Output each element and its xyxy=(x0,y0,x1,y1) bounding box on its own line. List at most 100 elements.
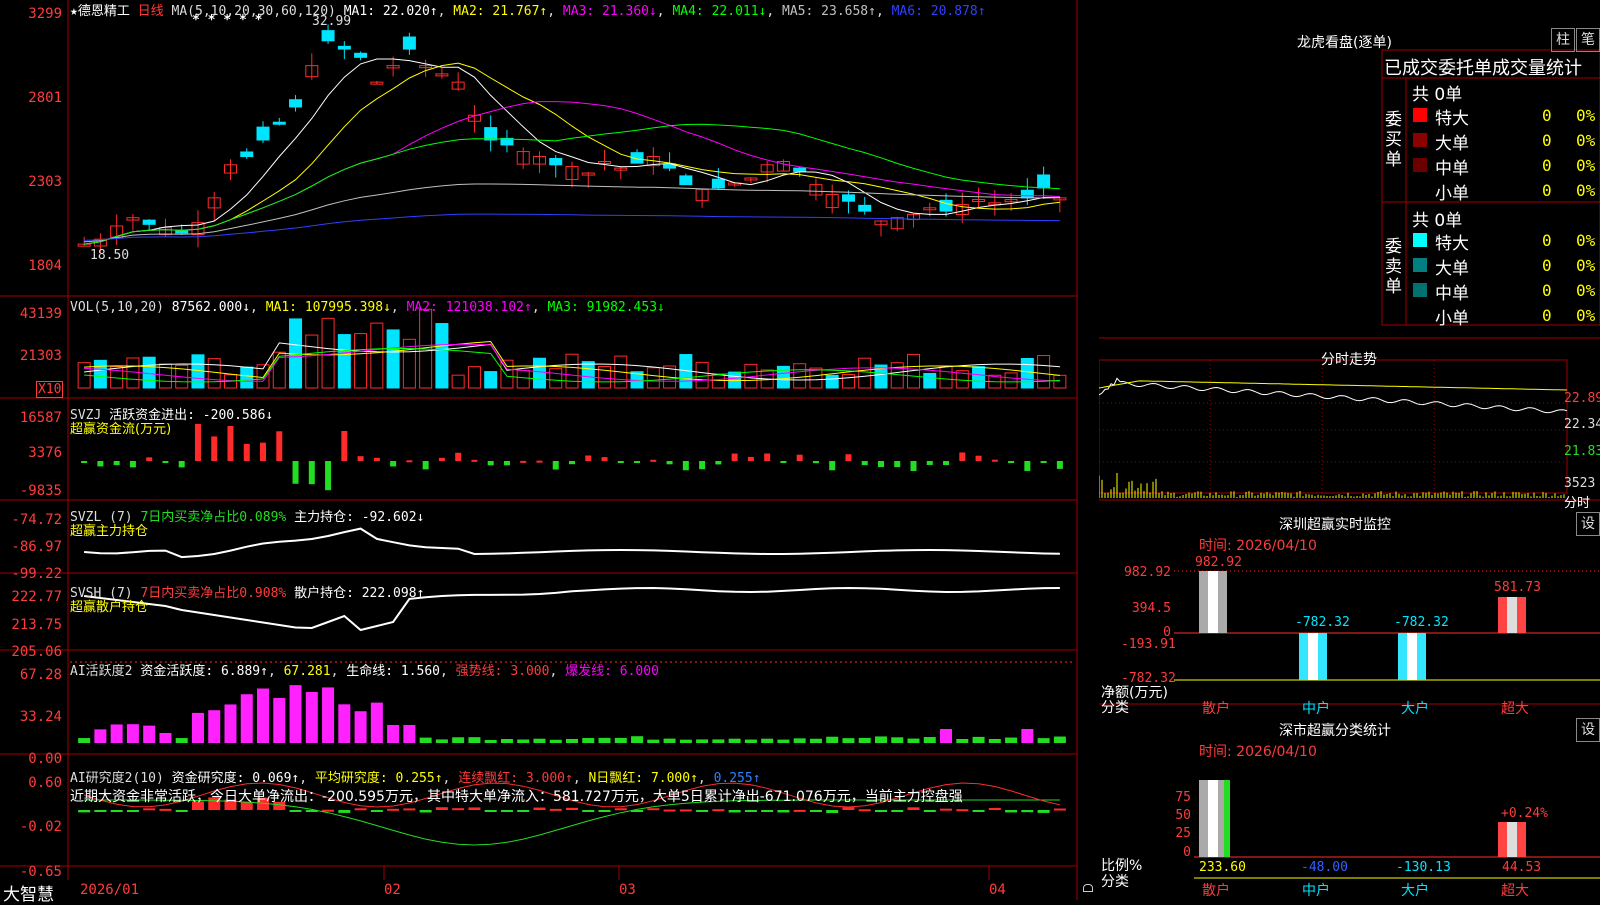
volume-bar xyxy=(386,329,400,389)
sell-m-swatch xyxy=(1413,283,1427,297)
research-bar xyxy=(159,808,172,811)
research-bar xyxy=(598,810,611,812)
research-bar xyxy=(842,807,855,810)
activity-bar xyxy=(403,725,416,743)
volume-bar xyxy=(728,371,742,389)
tab-tick-button[interactable]: 笔 xyxy=(1576,28,1600,52)
period-label[interactable]: 日线 xyxy=(138,4,164,19)
research-bar xyxy=(1005,810,1018,813)
main-axis-0: 3299 xyxy=(28,6,62,22)
activity-bar xyxy=(582,738,595,743)
vol-axis-0: 43139 xyxy=(19,306,62,322)
volume-bar xyxy=(142,356,156,389)
research-bar xyxy=(972,810,985,812)
fund-flow-bar xyxy=(406,460,413,463)
fund-flow-bar xyxy=(699,461,706,470)
buy-m-count: 0 xyxy=(1542,156,1552,175)
high-price-label: 32.99 xyxy=(312,14,352,29)
ai1-a: 资金活跃度: 6.889↑ xyxy=(140,664,268,679)
volume-ma-line xyxy=(84,348,1060,383)
svzj-title: 超赢资金流(万元) xyxy=(70,422,172,437)
ai1-e: 爆发线: 6.000 xyxy=(565,664,659,679)
activity-bar xyxy=(631,736,644,743)
monitor-axis-0: 982.92 xyxy=(1124,565,1171,580)
candle-body xyxy=(484,127,498,141)
ai1-c: 生命线: 1.560 xyxy=(346,664,441,679)
classify-settings-button[interactable]: 设 xyxy=(1576,718,1600,742)
fund-flow-bar xyxy=(1040,461,1047,463)
activity-bar xyxy=(679,739,692,743)
volume-bar xyxy=(581,361,595,389)
sell-total: 共 0单 xyxy=(1412,211,1463,231)
activity-bar xyxy=(728,738,741,743)
ai1-axis-0: 67.28 xyxy=(19,667,62,683)
classify-axis-2: 25 xyxy=(1175,826,1191,841)
candle-body xyxy=(793,167,807,172)
activity-bar xyxy=(907,738,920,743)
activity-bar xyxy=(452,737,465,743)
buy-m-swatch xyxy=(1413,158,1427,172)
monitor-title: 深圳超赢实时监控 xyxy=(1279,517,1391,533)
right-panel: 龙虎看盘(逐单) 柱 笔 已成交委托单成交量统计 委买单 共 0单 特大 0 0… xyxy=(1099,0,1600,900)
activity-bar xyxy=(419,737,432,743)
research-bar xyxy=(338,810,351,813)
activity-bar xyxy=(338,704,351,743)
sell-m-pct: 0% xyxy=(1576,281,1596,300)
fund-flow-bar xyxy=(894,461,901,468)
research-bar xyxy=(809,810,822,812)
volume-bar xyxy=(321,317,335,389)
svzl-desc1: 7日内买卖净占比0.089% xyxy=(140,510,287,525)
activity-bar xyxy=(712,739,725,743)
buy-l-count: 0 xyxy=(1542,131,1552,150)
fund-flow-bar xyxy=(634,461,641,463)
research-bar xyxy=(582,810,595,812)
classify-axis-3: 0 xyxy=(1183,845,1191,860)
research-bar xyxy=(110,810,123,812)
activity-bar xyxy=(696,739,709,743)
volume-bar xyxy=(825,374,839,389)
activity-bar xyxy=(972,736,985,743)
ai2-e: 0.255↑ xyxy=(713,771,761,786)
monitor-axis-1: 394.5 xyxy=(1131,601,1171,616)
research-bar xyxy=(94,810,107,812)
volume-bar xyxy=(1053,374,1067,389)
research-bar xyxy=(679,809,692,812)
ai2-summary: 近期大资金非常活跃，今日大单净流出：-200.595万元，其中特大单净流入：58… xyxy=(70,789,963,805)
classify-cat-0: 散户 xyxy=(1202,883,1230,899)
tab-bar-button[interactable]: 柱 xyxy=(1551,28,1575,52)
fund-flow-bar xyxy=(211,436,218,461)
research-bar xyxy=(387,808,400,811)
candle-body xyxy=(175,230,189,234)
classify-time: 时间: 2026/04/10 xyxy=(1199,744,1317,760)
star-icon: ★ xyxy=(70,4,78,19)
lock-icon[interactable] xyxy=(1083,884,1093,892)
classify-bar-xl xyxy=(1498,822,1526,857)
chart-area[interactable]: ★德恩精工 日线 MA(5,10,20,30,60,120) MA1: 22.0… xyxy=(0,0,1093,905)
research-bar xyxy=(289,810,302,812)
chart-svg[interactable] xyxy=(0,0,1078,900)
volume-bar xyxy=(435,323,449,389)
ai2-axis-1: -0.02 xyxy=(19,819,62,835)
dragon-title: 龙虎看盘(逐单) xyxy=(1297,35,1392,51)
monitor-val-3: 581.73 xyxy=(1494,580,1541,595)
fund-flow-bar xyxy=(260,442,267,461)
fund-flow-bar xyxy=(617,461,624,463)
fund-flow-bar xyxy=(943,461,950,466)
fund-flow-bar xyxy=(390,461,397,467)
vol-axis-1: 21303 xyxy=(19,348,62,364)
dragon-header: 已成交委托单成交量统计 xyxy=(1384,58,1582,79)
classify-val-2: -130.13 xyxy=(1396,860,1451,875)
ai2-c: 连续飘红: 3.000↑ xyxy=(458,771,573,786)
activity-bar xyxy=(874,736,887,743)
fund-flow-bar xyxy=(926,461,933,465)
volume-bar xyxy=(532,357,546,389)
candle-body xyxy=(549,158,563,166)
x-label-1: 02 xyxy=(384,882,401,898)
vol-label: VOL(5,10,20) xyxy=(70,300,164,315)
ai1-b: 67.281 xyxy=(283,664,331,679)
volume-bar xyxy=(565,353,579,389)
monitor-settings-button[interactable]: 设 xyxy=(1576,512,1600,536)
fund-flow-bar xyxy=(845,454,852,461)
buy-m-name: 中单 xyxy=(1435,159,1469,179)
activity-bar xyxy=(777,739,790,743)
